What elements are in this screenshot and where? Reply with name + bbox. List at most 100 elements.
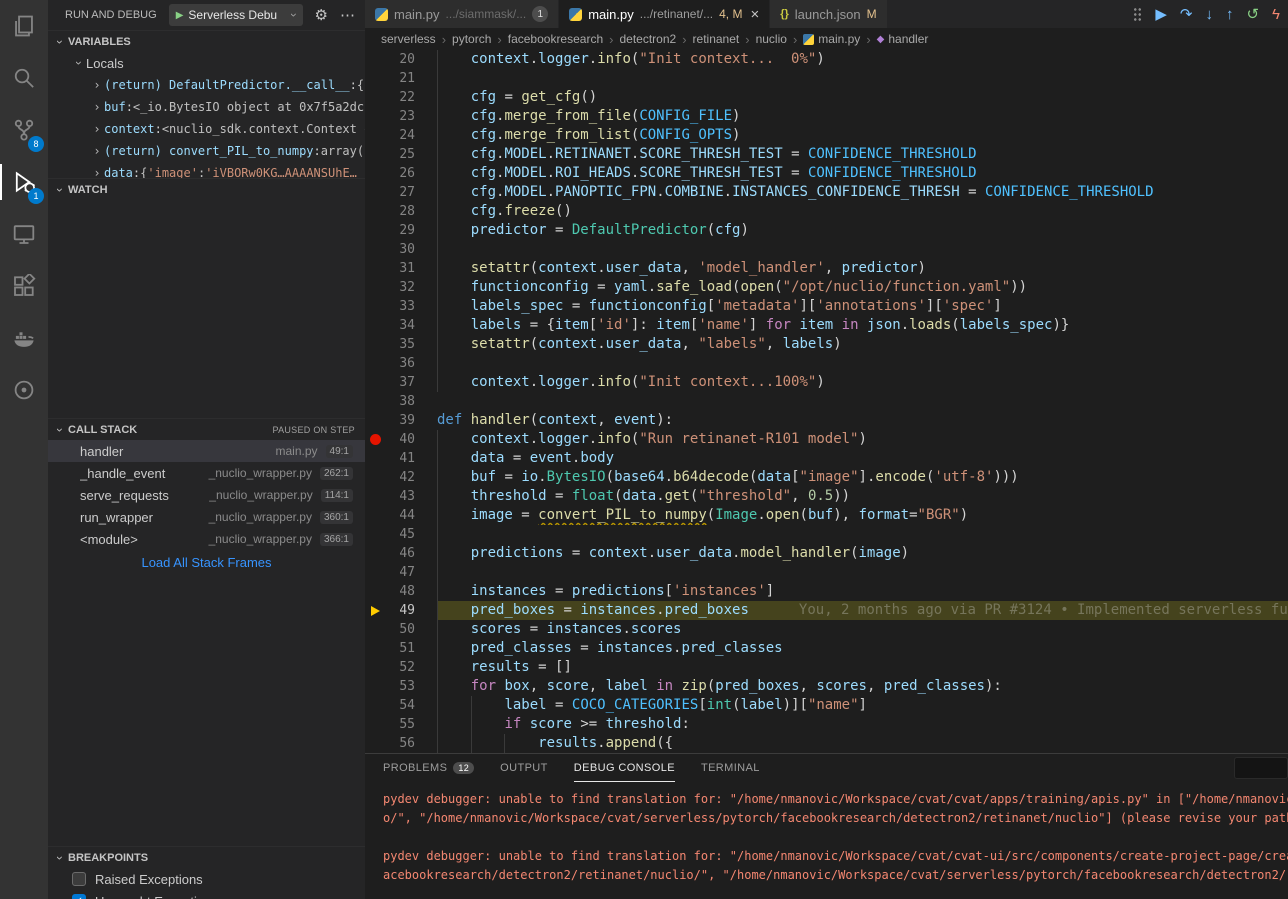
breakpoint-gutter[interactable] bbox=[365, 677, 385, 696]
activity-run-and-debug[interactable]: 1 bbox=[0, 156, 48, 208]
breakpoint-gutter[interactable] bbox=[365, 411, 385, 430]
breakpoint-gutter[interactable] bbox=[365, 50, 385, 69]
breakpoints-section: › BREAKPOINTS Raised Exceptions✓Uncaught… bbox=[48, 846, 365, 899]
breakpoint-gutter[interactable] bbox=[365, 449, 385, 468]
line-number: 30 bbox=[385, 240, 415, 259]
breakpoint-gutter[interactable] bbox=[365, 544, 385, 563]
breakpoint-gutter[interactable] bbox=[365, 259, 385, 278]
close-icon[interactable]: × bbox=[750, 7, 759, 22]
breakpoint-gutter[interactable] bbox=[365, 278, 385, 297]
breakpoint-icon[interactable] bbox=[370, 434, 381, 445]
breakpoint-gutter[interactable] bbox=[365, 696, 385, 715]
breakpoint-gutter[interactable] bbox=[365, 430, 385, 449]
activity-round-tool[interactable] bbox=[0, 364, 48, 416]
panel-tab-terminal[interactable]: TERMINAL bbox=[701, 754, 760, 782]
drag-grip-icon[interactable] bbox=[1133, 7, 1142, 21]
breakpoint-gutter[interactable] bbox=[365, 240, 385, 259]
breakpoint-gutter[interactable] bbox=[365, 392, 385, 411]
stack-frame[interactable]: handlermain.py49:1 bbox=[48, 440, 365, 462]
breakpoint-gutter[interactable] bbox=[365, 582, 385, 601]
breakpoint-gutter[interactable] bbox=[365, 525, 385, 544]
breakpoint-gutter[interactable] bbox=[365, 88, 385, 107]
breadcrumb-item[interactable]: facebookresearch bbox=[508, 32, 603, 46]
breakpoint-row[interactable]: Raised Exceptions bbox=[48, 868, 365, 890]
continue-button[interactable]: ▶ bbox=[1155, 7, 1167, 22]
activity-extensions[interactable] bbox=[0, 260, 48, 312]
breakpoint-gutter[interactable] bbox=[365, 715, 385, 734]
breakpoint-gutter[interactable] bbox=[365, 373, 385, 392]
breakpoint-gutter[interactable] bbox=[365, 202, 385, 221]
breakpoint-gutter[interactable] bbox=[365, 221, 385, 240]
activity-source-control[interactable]: 8 bbox=[0, 104, 48, 156]
activity-explorer[interactable] bbox=[0, 0, 48, 52]
breakpoint-gutter[interactable] bbox=[365, 563, 385, 582]
stack-frame[interactable]: serve_requests_nuclio_wrapper.py114:1 bbox=[48, 484, 365, 506]
breakpoint-gutter[interactable] bbox=[365, 335, 385, 354]
more-actions-icon[interactable]: ⋯ bbox=[340, 6, 355, 24]
scope-locals[interactable]: › Locals bbox=[48, 52, 365, 74]
breakpoint-gutter[interactable] bbox=[365, 107, 385, 126]
gutter: 25 bbox=[365, 145, 437, 164]
breakpoint-gutter[interactable] bbox=[365, 639, 385, 658]
breakpoint-gutter[interactable] bbox=[365, 734, 385, 753]
code-editor[interactable]: 20 context.logger.info("Init context... … bbox=[365, 50, 1288, 753]
breakpoint-gutter[interactable] bbox=[365, 620, 385, 639]
breakpoint-gutter[interactable] bbox=[365, 601, 385, 620]
activity-docker[interactable] bbox=[0, 312, 48, 364]
watch-section-header[interactable]: › WATCH bbox=[48, 178, 365, 200]
variable-row[interactable]: ›buf: <_io.BytesIO object at 0x7f5a2dc1e… bbox=[48, 96, 365, 118]
breadcrumb-item[interactable]: serverless bbox=[381, 32, 436, 46]
breakpoint-gutter[interactable] bbox=[365, 164, 385, 183]
editor-tab[interactable]: main.py.../siammask/...1 bbox=[365, 0, 559, 28]
stack-frame[interactable]: <module>_nuclio_wrapper.py366:1 bbox=[48, 528, 365, 550]
breakpoint-gutter[interactable] bbox=[365, 468, 385, 487]
start-debug-icon[interactable]: ▶ bbox=[176, 10, 184, 21]
breakpoint-gutter[interactable] bbox=[365, 506, 385, 525]
breakpoint-gutter[interactable] bbox=[365, 487, 385, 506]
editor-tab[interactable]: main.py.../retinanet/...4, M× bbox=[559, 0, 770, 28]
checkbox[interactable] bbox=[72, 872, 86, 886]
code-line: 40 context.logger.info("Run retinanet-R1… bbox=[365, 430, 1288, 449]
variable-row[interactable]: ›(return) convert_PIL_to_numpy: array([[… bbox=[48, 140, 365, 162]
stack-frame[interactable]: _handle_event_nuclio_wrapper.py262:1 bbox=[48, 462, 365, 484]
line-number: 53 bbox=[385, 677, 415, 696]
gear-icon[interactable]: ⚙ bbox=[315, 6, 328, 24]
breakpoint-gutter[interactable] bbox=[365, 316, 385, 335]
load-all-stack-frames-link[interactable]: Load All Stack Frames bbox=[48, 555, 365, 570]
breadcrumb-item[interactable]: nuclio bbox=[756, 32, 787, 46]
panel-tab-problems[interactable]: PROBLEMS12 bbox=[383, 754, 474, 782]
breakpoint-gutter[interactable] bbox=[365, 183, 385, 202]
breadcrumb-item[interactable]: pytorch bbox=[452, 32, 491, 46]
breakpoint-gutter[interactable] bbox=[365, 126, 385, 145]
variable-row[interactable]: ›(return) DefaultPredictor.__call__: {'i… bbox=[48, 74, 365, 96]
restart-button[interactable]: ↺ bbox=[1246, 7, 1259, 22]
call-stack-section-header[interactable]: › CALL STACK PAUSED ON STEP bbox=[48, 418, 365, 440]
step-into-button[interactable]: ↓ bbox=[1205, 7, 1213, 22]
step-out-button[interactable]: ↑ bbox=[1226, 7, 1234, 22]
breakpoint-gutter[interactable] bbox=[365, 145, 385, 164]
stack-frame[interactable]: run_wrapper_nuclio_wrapper.py360:1 bbox=[48, 506, 365, 528]
breadcrumb-item[interactable]: ◆handler bbox=[877, 32, 929, 46]
breadcrumb-item[interactable]: retinanet bbox=[693, 32, 740, 46]
breakpoints-section-header[interactable]: › BREAKPOINTS bbox=[48, 846, 365, 868]
activity-remote-explorer[interactable] bbox=[0, 208, 48, 260]
panel-tab-debug-console[interactable]: DEBUG CONSOLE bbox=[574, 754, 675, 782]
disconnect-button[interactable]: ϟ bbox=[1272, 7, 1280, 22]
breadcrumb-item[interactable]: detectron2 bbox=[619, 32, 676, 46]
breakpoint-gutter[interactable] bbox=[365, 354, 385, 373]
variable-row[interactable]: ›data: {'image': 'iVBORw0KG…AAAANSUhE… bbox=[48, 162, 365, 178]
step-over-button[interactable]: ↷ bbox=[1180, 7, 1193, 22]
breakpoint-row[interactable]: ✓Uncaught Exceptions bbox=[48, 890, 365, 899]
debug-config-dropdown[interactable]: ▶ Serverless Debu › bbox=[169, 4, 303, 26]
checkbox[interactable]: ✓ bbox=[72, 894, 86, 899]
variables-section-header[interactable]: › VARIABLES bbox=[48, 30, 365, 52]
panel-tab-output[interactable]: OUTPUT bbox=[500, 754, 548, 782]
variable-row[interactable]: ›context: <nuclio_sdk.context.Context ob… bbox=[48, 118, 365, 140]
editor-tab[interactable]: {}launch.jsonM bbox=[770, 0, 887, 28]
breakpoint-gutter[interactable] bbox=[365, 658, 385, 677]
console-filter-input[interactable] bbox=[1234, 757, 1288, 779]
breakpoint-gutter[interactable] bbox=[365, 69, 385, 88]
activity-search[interactable] bbox=[0, 52, 48, 104]
breadcrumb-item[interactable]: main.py bbox=[803, 32, 860, 46]
breakpoint-gutter[interactable] bbox=[365, 297, 385, 316]
